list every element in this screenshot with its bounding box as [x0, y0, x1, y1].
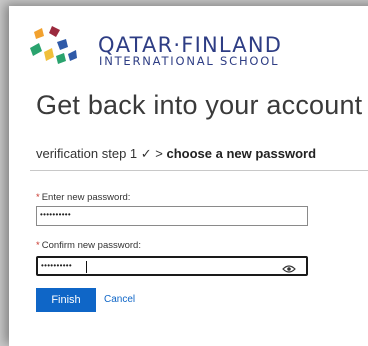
required-mark: * [36, 192, 40, 203]
confirm-password-value: •••••••••• [41, 261, 73, 270]
school-logo: QATAR·FINLAND INTERNATIONAL SCHOOL [30, 26, 330, 68]
school-subtitle: INTERNATIONAL SCHOOL [99, 54, 280, 68]
school-name: QATAR·FINLAND [98, 33, 283, 57]
school-logo-mark-icon [30, 26, 77, 64]
new-password-label: * Enter new password: [36, 192, 130, 203]
text-cursor [86, 261, 87, 273]
required-mark: * [36, 240, 40, 251]
new-password-label-text: Enter new password: [41, 192, 131, 203]
step-current: choose a new password [166, 146, 317, 161]
cancel-link[interactable]: Cancel [104, 294, 135, 305]
confirm-password-field[interactable]: •••••••••• [36, 256, 308, 276]
step-breadcrumb: verification step 1 ✓ > choose a new pas… [36, 146, 316, 162]
divider [30, 170, 368, 171]
page-title: Get back into your account [36, 90, 363, 120]
finish-button[interactable]: Finish [36, 288, 96, 312]
reveal-password-eye-icon[interactable] [282, 261, 296, 279]
new-password-value: •••••••••• [40, 210, 72, 219]
step-previous: verification step 1 ✓ > [36, 146, 163, 161]
confirm-password-label-text: Confirm new password: [41, 240, 141, 251]
confirm-password-label: * Confirm new password: [36, 240, 141, 251]
new-password-field[interactable]: •••••••••• [36, 206, 308, 226]
